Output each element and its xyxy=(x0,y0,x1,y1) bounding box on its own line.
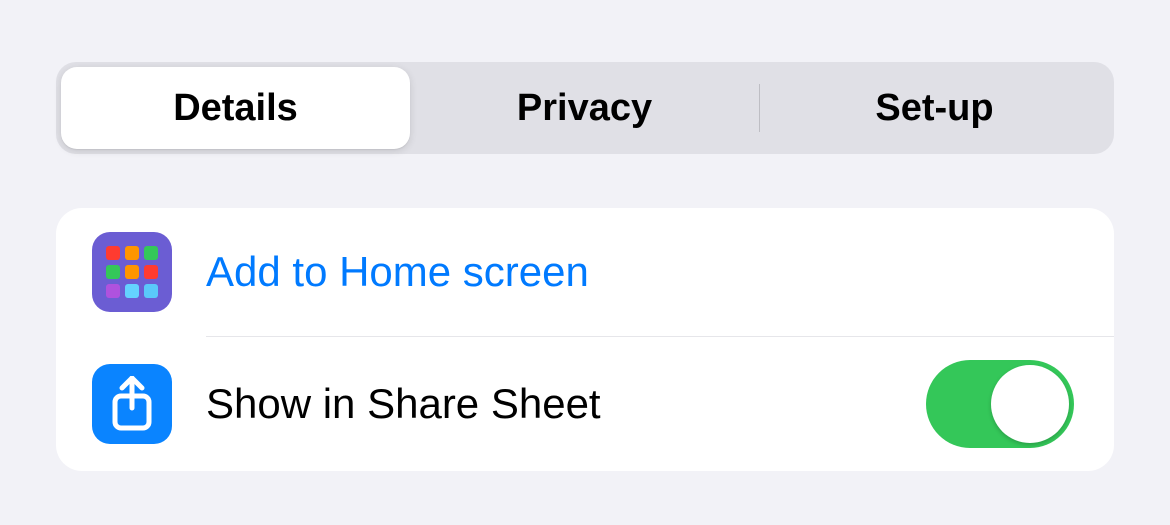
toggle-knob xyxy=(991,365,1069,443)
tab-setup[interactable]: Set-up xyxy=(760,67,1109,149)
segmented-control: Details Privacy Set-up xyxy=(56,62,1114,154)
tab-label: Set-up xyxy=(875,87,993,130)
row-label: Show in Share Sheet xyxy=(206,379,926,429)
row-add-to-home-screen[interactable]: Add to Home screen xyxy=(56,208,1114,336)
settings-list: Add to Home screen Show in Share Sheet xyxy=(56,208,1114,471)
row-show-in-share-sheet: Show in Share Sheet xyxy=(56,337,1114,471)
share-icon xyxy=(92,364,172,444)
tab-label: Details xyxy=(173,87,298,130)
home-screen-grid-icon xyxy=(92,232,172,312)
tab-details[interactable]: Details xyxy=(61,67,410,149)
tab-label: Privacy xyxy=(517,87,652,130)
share-sheet-toggle[interactable] xyxy=(926,360,1074,448)
row-label: Add to Home screen xyxy=(206,247,1078,297)
tab-privacy[interactable]: Privacy xyxy=(410,67,759,149)
